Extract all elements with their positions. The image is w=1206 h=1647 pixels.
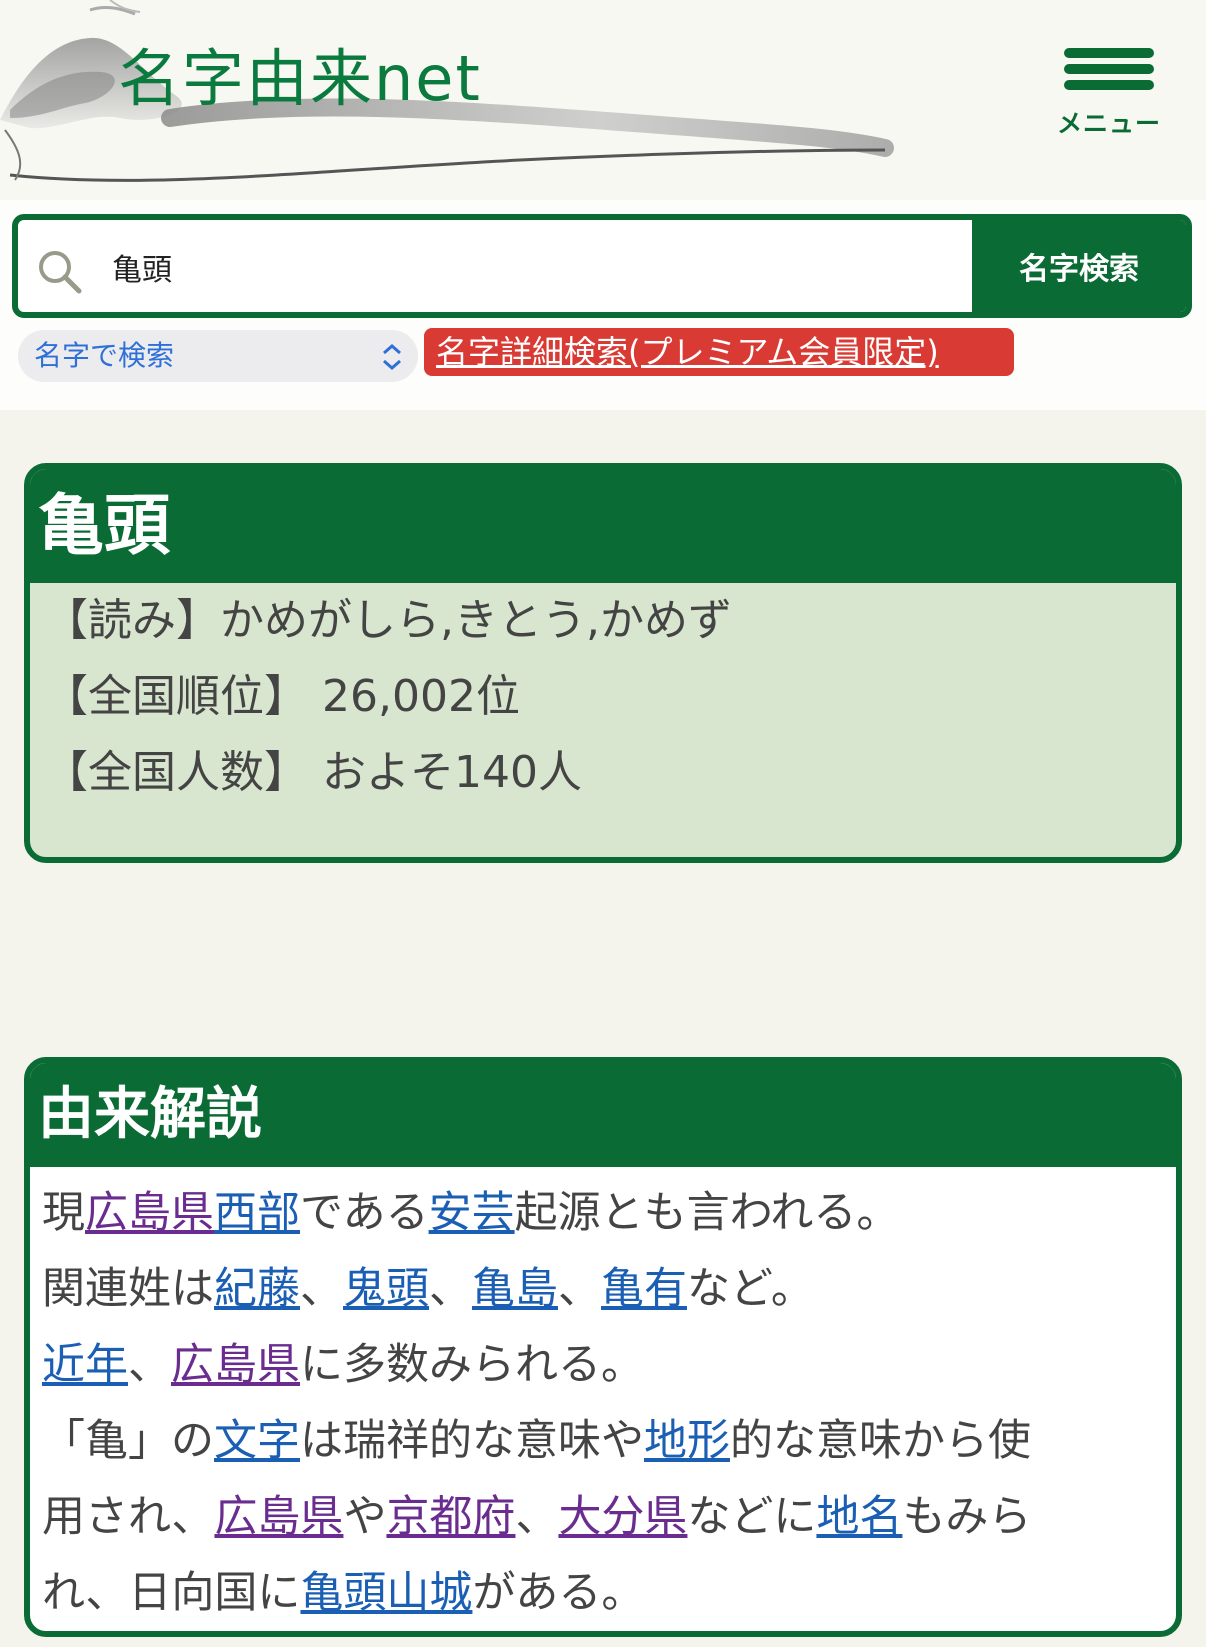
- search-input[interactable]: [110, 238, 974, 296]
- origin-description: 現広島県西部である安芸起源とも言われる。 関連姓は紀藤、鬼頭、亀島、亀有など。 近年…: [30, 1167, 1176, 1631]
- origin-link[interactable]: 近年: [42, 1340, 128, 1390]
- site-header: 名字由来net メニュー: [0, 0, 1206, 200]
- origin-text: 「亀」の: [42, 1416, 214, 1466]
- origin-link[interactable]: 鬼頭: [343, 1264, 429, 1314]
- surname-population: 【全国人数】 およそ140人: [44, 747, 582, 798]
- search-icon: [39, 251, 82, 294]
- origin-text: 用され、: [42, 1492, 215, 1542]
- origin-text: 、: [558, 1264, 601, 1314]
- origin-text: 起源とも言われる。: [514, 1188, 900, 1238]
- origin-line: 関連姓は紀藤、鬼頭、亀島、亀有など。: [42, 1251, 1164, 1327]
- origin-link[interactable]: 地形: [644, 1416, 730, 1466]
- origin-line: 現広島県西部である安芸起源とも言われる。: [42, 1175, 1164, 1251]
- origin-text: である: [300, 1188, 429, 1238]
- origin-link[interactable]: 安芸: [429, 1188, 515, 1238]
- origin-text: 的な意味から使: [730, 1416, 1031, 1466]
- search-box: 名字検索: [12, 214, 1192, 318]
- chevron-updown-icon: [383, 344, 401, 370]
- origin-text: れ、日向国に: [42, 1568, 301, 1618]
- origin-line: 用され、広島県や京都府、大分県などに地名もみら: [42, 1479, 1164, 1555]
- origin-link[interactable]: 大分県: [558, 1492, 687, 1542]
- surname-reading: 【読み】かめがしら,きとう,かめず: [44, 595, 732, 646]
- surname-info-card: 亀頭 【読み】かめがしら,きとう,かめず 【全国順位】 26,002位 【全国人…: [24, 463, 1182, 863]
- search-area: 名字検索 名字で検索 名字詳細検索(プレミアム会員限定): [0, 200, 1206, 410]
- origin-line: 「亀」の文字は瑞祥的な意味や地形的な意味から使: [42, 1403, 1164, 1479]
- origin-text: 、: [429, 1264, 472, 1314]
- origin-link[interactable]: 京都府: [386, 1492, 515, 1542]
- origin-text: もみら: [902, 1492, 1032, 1542]
- origin-link[interactable]: 西部: [214, 1188, 300, 1238]
- origin-text: 、: [300, 1264, 343, 1314]
- surname-rank: 【全国順位】 26,002位: [44, 671, 520, 722]
- surname-title: 亀頭: [30, 469, 1176, 583]
- origin-link[interactable]: 広島県: [171, 1340, 300, 1390]
- origin-text: 、: [128, 1340, 171, 1390]
- origin-link[interactable]: 地名: [816, 1492, 902, 1542]
- origin-text: は瑞祥的な意味や: [300, 1416, 644, 1466]
- origin-text: 関連姓は: [42, 1264, 214, 1314]
- origin-link[interactable]: 亀島: [472, 1264, 558, 1314]
- origin-link[interactable]: 亀頭山城: [300, 1568, 472, 1618]
- site-logo-text[interactable]: 名字由来net: [118, 28, 482, 118]
- menu-button[interactable]: メニュー: [1052, 48, 1160, 138]
- origin-text: がある。: [472, 1568, 645, 1618]
- origin-link[interactable]: 亀有: [601, 1264, 687, 1314]
- origin-card: 由来解説 現広島県西部である安芸起源とも言われる。 関連姓は紀藤、鬼頭、亀島、亀有…: [24, 1057, 1182, 1637]
- search-type-value: 名字で検索: [34, 339, 175, 372]
- origin-link[interactable]: 紀藤: [214, 1264, 300, 1314]
- hamburger-icon-bar: [1064, 48, 1154, 58]
- origin-text: 、: [515, 1492, 559, 1542]
- search-type-select[interactable]: 名字で検索: [18, 330, 418, 382]
- origin-link[interactable]: 広島県: [214, 1492, 343, 1542]
- origin-line: 近年、広島県に多数みられる。: [42, 1327, 1164, 1403]
- premium-search-link[interactable]: 名字詳細検索(プレミアム会員限定): [424, 328, 1014, 376]
- menu-label: メニュー: [1056, 109, 1161, 138]
- origin-text: や: [343, 1492, 387, 1542]
- origin-text: に多数みられる。: [300, 1340, 644, 1390]
- origin-text: など。: [687, 1264, 814, 1314]
- hamburger-icon-bar: [1064, 64, 1154, 74]
- origin-title: 由来解説: [30, 1063, 1176, 1167]
- origin-line: れ、日向国に亀頭山城がある。: [42, 1555, 1164, 1631]
- hamburger-icon-bar: [1064, 80, 1154, 90]
- origin-link[interactable]: 文字: [214, 1416, 300, 1466]
- origin-link[interactable]: 広島県: [85, 1188, 214, 1238]
- origin-text: などに: [687, 1492, 817, 1542]
- surname-search-button[interactable]: 名字検索: [972, 220, 1186, 312]
- origin-text: 現: [42, 1188, 85, 1238]
